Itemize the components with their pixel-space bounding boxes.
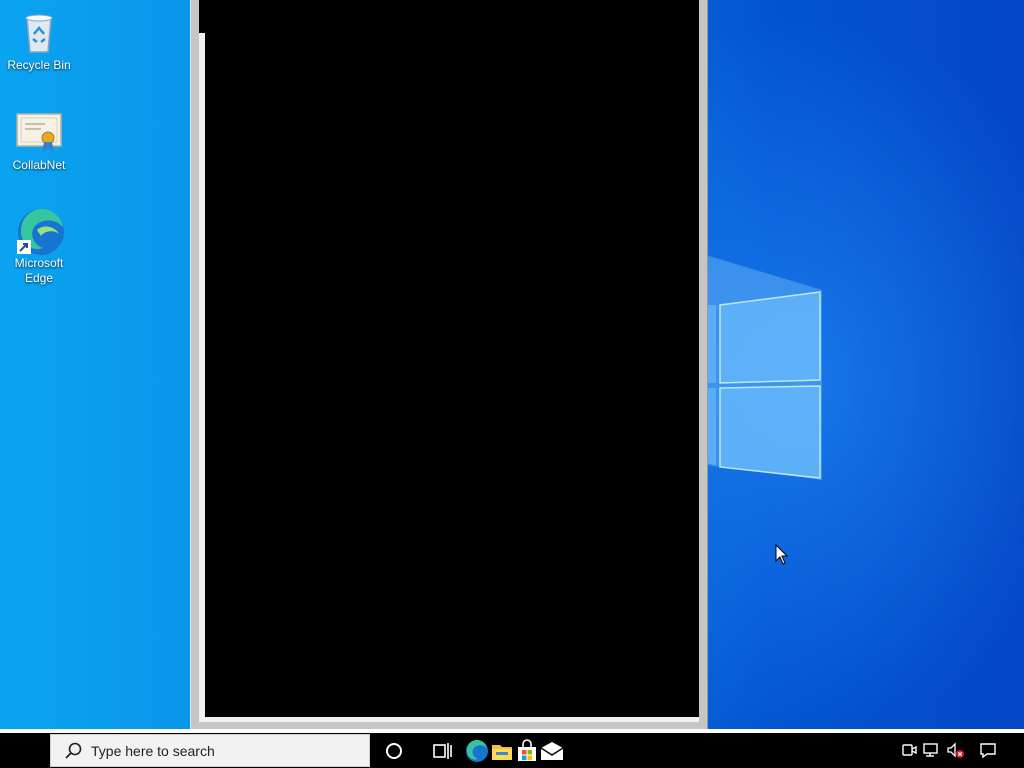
notification-icon[interactable] bbox=[979, 741, 997, 759]
store-icon[interactable] bbox=[515, 739, 539, 763]
search-placeholder: Type here to search bbox=[91, 742, 215, 759]
edge-icon[interactable] bbox=[465, 739, 489, 763]
desktop-icon-label: Recycle Bin bbox=[7, 58, 71, 72]
file-explorer-icon[interactable] bbox=[490, 739, 514, 763]
desktop-icon-label: CollabNet bbox=[12, 158, 66, 172]
search-icon bbox=[65, 742, 82, 759]
window-content[interactable] bbox=[199, 0, 699, 722]
certificate-icon bbox=[15, 108, 63, 156]
desktop-icon-microsoft-edge[interactable]: Microsoft Edge bbox=[1, 206, 77, 286]
desktop-icon-recycle-bin[interactable]: Recycle Bin bbox=[1, 8, 77, 73]
meet-now-icon[interactable] bbox=[900, 741, 918, 759]
recycle-bin-icon bbox=[15, 8, 63, 56]
desktop-icon-label: Microsoft Edge bbox=[14, 256, 64, 285]
edge-icon bbox=[15, 206, 64, 255]
mail-icon[interactable] bbox=[540, 739, 564, 763]
task-view-icon[interactable] bbox=[430, 739, 454, 763]
window-title-bar[interactable] bbox=[199, 0, 699, 33]
app-window[interactable] bbox=[190, 0, 708, 729]
taskbar: Type here to search bbox=[0, 729, 1024, 768]
network-icon[interactable] bbox=[922, 741, 940, 759]
search-box[interactable]: Type here to search bbox=[50, 734, 370, 767]
volume-muted-icon[interactable] bbox=[946, 741, 964, 759]
cortana-icon[interactable] bbox=[382, 739, 406, 763]
desktop-icon-collabnet[interactable]: CollabNet bbox=[1, 108, 77, 173]
start-button[interactable] bbox=[0, 733, 50, 768]
mouse-cursor-icon bbox=[775, 544, 789, 565]
